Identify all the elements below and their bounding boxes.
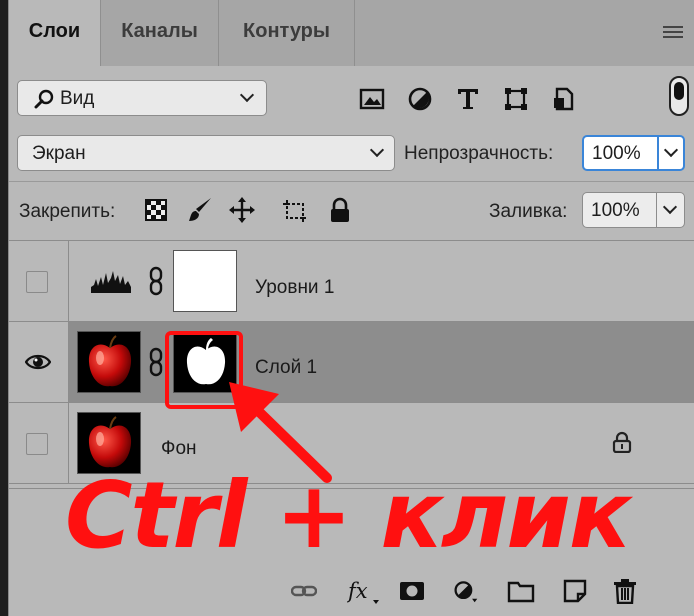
chevron-down-icon xyxy=(369,142,385,158)
chevron-down-icon[interactable] xyxy=(663,142,679,158)
blend-mode-value: Экран xyxy=(32,143,86,164)
layer-mask-thumbnail[interactable] xyxy=(173,250,237,312)
lock-all-icon[interactable] xyxy=(327,196,353,224)
lock-artboard-icon[interactable] xyxy=(281,196,307,224)
delete-icon[interactable] xyxy=(612,578,638,604)
lock-image-icon[interactable] xyxy=(187,196,213,224)
tab-paths[interactable]: Контуры xyxy=(219,0,355,66)
lock-label: Закрепить: xyxy=(19,201,116,222)
fill-value[interactable]: 100% xyxy=(591,200,640,222)
layer-thumbnail[interactable] xyxy=(77,331,141,393)
eye-icon[interactable] xyxy=(25,353,51,371)
layers-panel: Слои Каналы Контуры Вид Экран Непрозрачн… xyxy=(8,0,694,616)
mask-link-icon[interactable] xyxy=(149,266,163,296)
tab-layers[interactable]: Слои xyxy=(9,0,101,66)
fx-icon[interactable]: fx xyxy=(347,578,381,604)
chevron-down-icon xyxy=(239,87,255,103)
chevron-down-icon[interactable] xyxy=(662,199,678,215)
layer-row-levels[interactable]: Уровни 1 xyxy=(9,241,694,322)
panel-tabs: Слои Каналы Контуры xyxy=(9,0,694,66)
visibility-toggle[interactable] xyxy=(9,322,69,402)
layer-filter-select[interactable]: Вид xyxy=(17,80,267,116)
smart-object-filter-icon[interactable] xyxy=(551,86,577,112)
annotation-text: Ctrl + клик xyxy=(65,462,631,569)
lock-position-icon[interactable] xyxy=(229,196,255,224)
filter-toggle-switch[interactable] xyxy=(669,76,689,116)
opacity-label: Непрозрачность: xyxy=(404,143,554,164)
image-filter-icon[interactable] xyxy=(359,86,385,112)
filter-kind-label: Вид xyxy=(60,88,95,109)
new-adjustment-icon[interactable] xyxy=(453,578,479,604)
adjustment-filter-icon[interactable] xyxy=(407,86,433,112)
add-mask-icon[interactable] xyxy=(399,578,425,604)
opacity-field[interactable]: 100% xyxy=(582,135,685,171)
apple-image xyxy=(88,335,132,387)
visibility-toggle[interactable] xyxy=(9,241,69,321)
search-icon xyxy=(34,89,54,109)
link-layers-icon[interactable] xyxy=(291,578,317,604)
layers-list: Уровни 1 Слой 1 Фон xyxy=(9,240,694,488)
visibility-toggle[interactable] xyxy=(9,403,69,483)
lock-transparent-icon[interactable] xyxy=(143,196,169,224)
new-group-icon[interactable] xyxy=(507,578,535,604)
opacity-value[interactable]: 100% xyxy=(592,143,641,165)
svg-text:fx: fx xyxy=(347,579,368,603)
panel-menu-icon[interactable] xyxy=(663,26,683,40)
shape-filter-icon[interactable] xyxy=(503,86,529,112)
levels-adjustment-icon xyxy=(91,271,131,293)
blend-mode-select[interactable]: Экран xyxy=(17,135,395,171)
type-filter-icon[interactable] xyxy=(455,86,481,112)
layer-row-layer1[interactable]: Слой 1 xyxy=(9,322,694,403)
tab-channels[interactable]: Каналы xyxy=(101,0,219,66)
lock-icon xyxy=(612,431,632,453)
fill-field[interactable]: 100% xyxy=(582,192,685,228)
layer-name[interactable]: Уровни 1 xyxy=(255,277,334,299)
divider xyxy=(9,181,694,182)
mask-link-icon[interactable] xyxy=(149,347,163,377)
fill-label: Заливка: xyxy=(489,201,568,222)
layer-name[interactable]: Фон xyxy=(161,438,197,460)
new-layer-icon[interactable] xyxy=(562,578,588,604)
